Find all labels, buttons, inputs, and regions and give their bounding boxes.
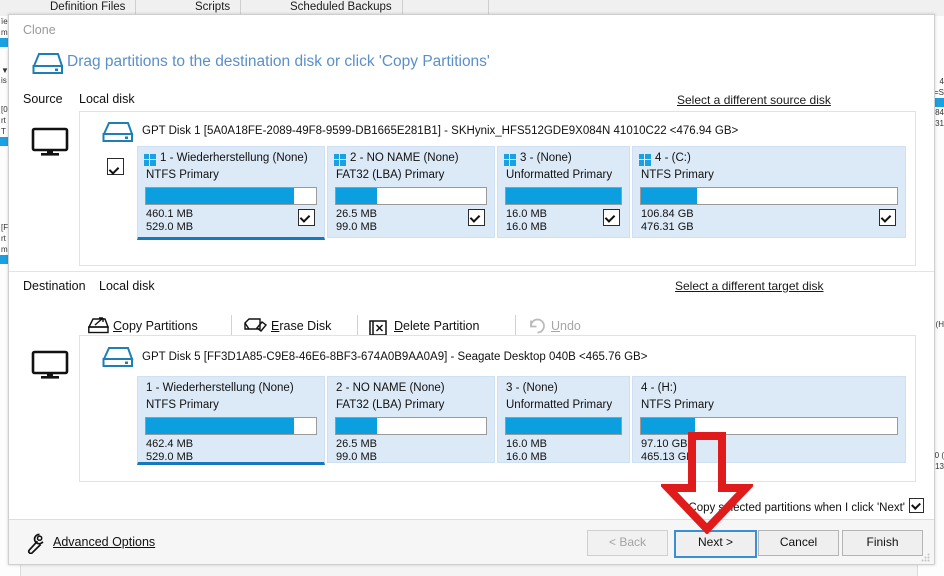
clone-dialog: Clone Drag partitions to the destination… (8, 14, 935, 565)
cancel-button[interactable]: Cancel (758, 530, 839, 556)
partition-filesystem: NTFS Primary (146, 399, 219, 411)
partition-filesystem: NTFS Primary (641, 399, 714, 411)
wrench-icon (25, 532, 47, 557)
partition-filesystem: NTFS Primary (641, 169, 714, 181)
partition-filesystem: NTFS Primary (146, 169, 219, 181)
partition-title: 2 - NO NAME (None) (350, 152, 459, 164)
partition-title: 2 - NO NAME (None) (336, 382, 445, 394)
windows-logo-icon (144, 154, 156, 166)
disk-icon (98, 345, 136, 374)
partition-total-size: 99.0 MB (336, 221, 377, 233)
partition-tile[interactable]: 3 - (None) Unformatted Primary 16.0 MB 16.0… (497, 146, 630, 238)
source-destination-divider (9, 271, 934, 272)
windows-logo-icon (334, 154, 346, 166)
destination-section-label: Destination (23, 279, 86, 293)
partition-used-size: 460.1 MB (146, 208, 194, 220)
partition-usage-bar (145, 417, 317, 435)
partition-tile[interactable]: 3 - (None) Unformatted Primary 16.0 MB 16.0… (497, 376, 630, 463)
partition-total-size: 99.0 MB (336, 451, 377, 463)
disk-icon (98, 120, 136, 149)
resize-grip[interactable] (921, 551, 930, 562)
source-section-sublabel: Local disk (79, 92, 135, 106)
source-disk-header: GPT Disk 1 [5A0A18FE-2089-49F8-9599-DB16… (142, 125, 739, 137)
finish-button[interactable]: Finish (842, 530, 923, 556)
partition-title: 4 - (H:) (641, 382, 677, 394)
partition-usage-bar (505, 187, 622, 205)
partition-usage-bar (335, 417, 487, 435)
partition-tile[interactable]: 4 - (C:) NTFS Primary 106.84 GB 476.31 GB (632, 146, 906, 238)
source-section-label: Source (23, 92, 63, 106)
partition-checkbox[interactable] (879, 209, 896, 226)
dialog-title: Clone (23, 23, 56, 37)
destination-disk-header: GPT Disk 5 [FF3D1A85-C9E8-46E6-8BF3-674A… (142, 351, 648, 363)
partition-used-size: 16.0 MB (506, 208, 547, 220)
partition-title: 4 - (C:) (655, 152, 691, 164)
partition-usage-bar (505, 417, 622, 435)
destination-disk-panel: GPT Disk 5 [FF3D1A85-C9E8-46E6-8BF3-674A… (79, 335, 916, 482)
partition-title: 1 - Wiederherstellung (None) (146, 382, 294, 394)
partition-tile[interactable]: 1 - Wiederherstellung (None) NTFS Primary… (137, 146, 325, 240)
partition-used-size: 26.5 MB (336, 438, 377, 450)
copy-selected-partitions-checkbox[interactable] (909, 498, 924, 513)
advanced-options-link[interactable]: Advanced Options (53, 535, 155, 549)
partition-used-size: 462.4 MB (146, 438, 194, 450)
partition-usage-bar (335, 187, 487, 205)
dialog-heading: Drag partitions to the destination disk … (67, 53, 490, 70)
disk-icon (27, 50, 64, 81)
next-button[interactable]: Next > (674, 530, 757, 558)
partition-total-size: 529.0 MB (146, 451, 194, 463)
partition-title: 3 - (None) (506, 382, 558, 394)
partition-total-size: 476.31 GB (641, 221, 694, 233)
partition-filesystem: Unformatted Primary (506, 169, 613, 181)
partition-total-size: 16.0 MB (506, 451, 547, 463)
windows-logo-icon (639, 154, 651, 166)
select-different-source-disk-link[interactable]: Select a different source disk (677, 93, 831, 107)
partition-checkbox[interactable] (468, 209, 485, 226)
partition-filesystem: Unformatted Primary (506, 399, 613, 411)
dialog-footer: Advanced Options < Back Next > Cancel Fi… (9, 519, 934, 564)
select-different-target-disk-link[interactable]: Select a different target disk (675, 279, 824, 293)
partition-tile[interactable]: 2 - NO NAME (None) FAT32 (LBA) Primary 26.… (327, 146, 495, 238)
partition-title: 3 - (None) (520, 152, 572, 164)
source-disk-panel: GPT Disk 1 [5A0A18FE-2089-49F8-9599-DB16… (79, 111, 916, 266)
partition-usage-bar (145, 187, 317, 205)
partition-tile[interactable]: 1 - Wiederherstellung (None) NTFS Primary… (137, 376, 325, 465)
partition-filesystem: FAT32 (LBA) Primary (336, 169, 445, 181)
dialog-heading-row: Drag partitions to the destination disk … (23, 45, 913, 83)
partition-total-size: 16.0 MB (506, 221, 547, 233)
partition-title: 1 - Wiederherstellung (None) (160, 152, 308, 164)
monitor-icon (31, 127, 69, 160)
partition-used-size: 16.0 MB (506, 438, 547, 450)
partition-total-size: 529.0 MB (146, 221, 194, 233)
partition-usage-bar (640, 187, 898, 205)
monitor-icon (31, 350, 69, 383)
partition-checkbox[interactable] (603, 209, 620, 226)
partition-used-size: 26.5 MB (336, 208, 377, 220)
red-arrow-annotation (661, 432, 753, 534)
windows-logo-icon (504, 154, 516, 166)
partition-used-size: 106.84 GB (641, 208, 694, 220)
partition-tile[interactable]: 2 - NO NAME (None) FAT32 (LBA) Primary 26.… (327, 376, 495, 463)
back-button: < Back (587, 530, 668, 556)
destination-section-sublabel: Local disk (99, 279, 155, 293)
source-disk-checkbox[interactable] (107, 158, 124, 175)
partition-checkbox[interactable] (298, 209, 315, 226)
partition-filesystem: FAT32 (LBA) Primary (336, 399, 445, 411)
